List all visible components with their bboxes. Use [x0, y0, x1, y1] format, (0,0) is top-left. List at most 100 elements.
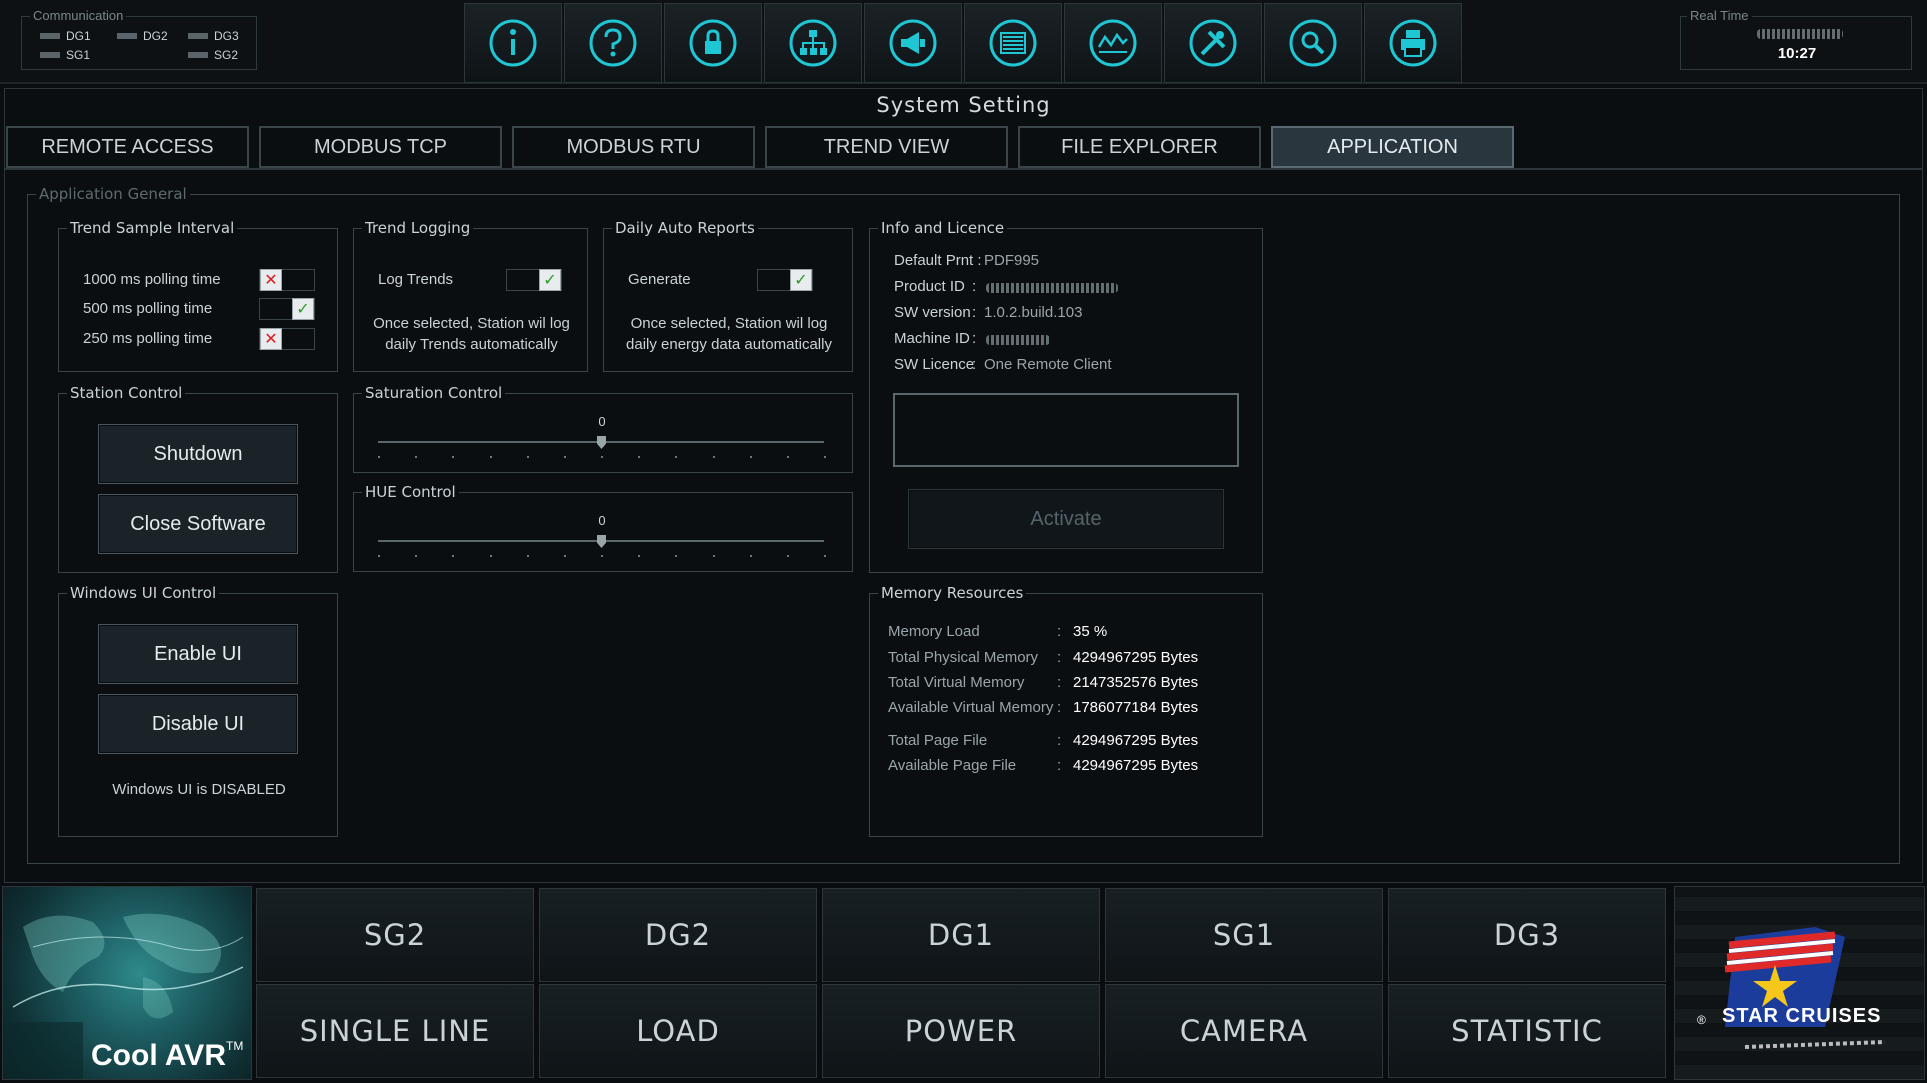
- saturation-slider-thumb[interactable]: [597, 436, 606, 449]
- shutdown-button[interactable]: Shutdown: [98, 424, 298, 484]
- comm-indicator: [188, 33, 208, 39]
- comm-status-dg3: DG3: [188, 29, 239, 43]
- memory-resources-group: Memory Resources Memory Load:35 % Total P…: [869, 584, 1263, 837]
- nav-dg2-button[interactable]: DG2: [539, 888, 817, 982]
- cross-icon: ✕: [260, 269, 282, 291]
- memory-row-value: 4294967295 Bytes: [1073, 732, 1199, 749]
- sw-version-value: 1.0.2.build.103: [984, 304, 1083, 321]
- lock-button[interactable]: [664, 3, 762, 83]
- nav-sg1-button[interactable]: SG1: [1105, 888, 1383, 982]
- nav-sg2-button[interactable]: SG2: [256, 888, 534, 982]
- tab-file-explorer[interactable]: FILE EXPLORER: [1018, 126, 1261, 168]
- real-time-clock: 10:27: [1777, 45, 1817, 62]
- slider-tick: [749, 456, 752, 458]
- registered-mark: ®: [1697, 1013, 1706, 1027]
- check-icon: ✓: [790, 269, 812, 291]
- info-licence-title: Info and Licence: [878, 219, 1008, 237]
- help-icon: [589, 19, 637, 67]
- daily-auto-reports-group: Daily Auto Reports Generate ✓ Once selec…: [603, 219, 853, 372]
- memory-row-value: 4294967295 Bytes: [1073, 757, 1199, 774]
- lock-icon: [689, 19, 737, 67]
- comm-indicator: [117, 33, 137, 39]
- station-control-group: Station Control Shutdown Close Software: [58, 384, 338, 573]
- page-title: System Setting: [876, 93, 1051, 117]
- comm-status-dg1: DG1: [40, 29, 91, 43]
- windows-ui-status: Windows UI is DISABLED: [112, 781, 286, 798]
- tab-trend-view[interactable]: TREND VIEW: [765, 126, 1008, 168]
- slider-tick: [563, 456, 566, 458]
- memory-row-value: 35 %: [1073, 623, 1108, 640]
- tab-modbus-tcp[interactable]: MODBUS TCP: [259, 126, 502, 168]
- slider-tick: [712, 555, 715, 557]
- slider-tick: [601, 555, 603, 557]
- slider-tick: [638, 456, 641, 458]
- saturation-control-title: Saturation Control: [362, 384, 506, 402]
- sw-version-sep: :: [972, 304, 977, 321]
- nav-power-button[interactable]: POWER: [822, 984, 1100, 1078]
- daily-reports-note-2: daily energy data automatically: [626, 336, 832, 353]
- machine-id-obscured: [986, 335, 1050, 345]
- check-icon: ✓: [292, 298, 314, 320]
- log-trends-label: Log Trends: [378, 271, 454, 288]
- cool-avr-text: Cool AVR: [91, 1039, 226, 1072]
- tab-modbus-rtu[interactable]: MODBUS RTU: [512, 126, 755, 168]
- slider-tick: [452, 456, 455, 458]
- help-button[interactable]: [564, 3, 662, 83]
- tools-button[interactable]: [1164, 3, 1262, 83]
- memory-table: Memory Load:35 % Total Physical Memory:42…: [870, 594, 1262, 836]
- slider-tick: [526, 456, 529, 458]
- slider-tick: [675, 456, 678, 458]
- interval-500-checkbox[interactable]: ✓: [259, 298, 315, 320]
- slider-tick: [601, 456, 603, 458]
- list-button[interactable]: [964, 3, 1062, 83]
- comm-indicator: [40, 52, 60, 58]
- activate-button[interactable]: Activate: [908, 489, 1224, 549]
- close-software-button[interactable]: Close Software: [98, 494, 298, 554]
- station-control-title: Station Control: [67, 384, 186, 402]
- nav-load-button[interactable]: LOAD: [539, 984, 817, 1078]
- network-button[interactable]: [764, 3, 862, 83]
- slider-tick: [824, 456, 826, 458]
- daily-reports-note-1: Once selected, Station wil log: [630, 315, 828, 332]
- licence-key-input[interactable]: [893, 393, 1239, 467]
- enable-ui-button[interactable]: Enable UI: [98, 624, 298, 684]
- slider-tick: [712, 456, 715, 458]
- generate-checkbox[interactable]: ✓: [757, 269, 813, 291]
- nav-statistic-button[interactable]: STATISTIC: [1388, 984, 1666, 1078]
- generate-label: Generate: [628, 271, 691, 288]
- sw-licence-value: One Remote Client: [984, 356, 1112, 373]
- nav-dg3-button[interactable]: DG3: [1388, 888, 1666, 982]
- nav-dg1-button[interactable]: DG1: [822, 888, 1100, 982]
- hue-slider-thumb[interactable]: [597, 535, 606, 548]
- trend-button[interactable]: [1064, 3, 1162, 83]
- memory-row-separator: :: [1057, 674, 1062, 691]
- cross-icon: ✕: [260, 328, 282, 350]
- nav-camera-button[interactable]: CAMERA: [1105, 984, 1383, 1078]
- communication-panel: Communication DG1 DG2 DG3 SG1 SG2: [21, 8, 257, 70]
- machine-id-sep: :: [972, 330, 977, 347]
- info-button[interactable]: [464, 3, 562, 83]
- windows-ui-control-group: Windows UI Control Enable UI Disable UI …: [58, 584, 338, 837]
- interval-1000-checkbox[interactable]: ✕: [259, 269, 315, 291]
- alarm-button[interactable]: [864, 3, 962, 83]
- trend-icon: [1089, 19, 1137, 67]
- memory-row-value: 4294967295 Bytes: [1073, 649, 1199, 666]
- tab-application[interactable]: APPLICATION: [1271, 126, 1514, 168]
- nav-single-line-button[interactable]: SINGLE LINE: [256, 984, 534, 1078]
- product-id-label: Product ID: [894, 278, 965, 295]
- default-printer-value: PDF995: [984, 252, 1040, 269]
- print-button[interactable]: [1364, 3, 1462, 83]
- log-trends-checkbox[interactable]: ✓: [506, 269, 562, 291]
- disable-ui-button[interactable]: Disable UI: [98, 694, 298, 754]
- slider-tick: [415, 555, 418, 557]
- search-button[interactable]: [1264, 3, 1362, 83]
- comm-indicator: [188, 52, 208, 58]
- slider-tick: [675, 555, 678, 557]
- interval-250-checkbox[interactable]: ✕: [259, 328, 315, 350]
- memory-row-value: 2147352576 Bytes: [1073, 674, 1199, 691]
- memory-row-label: Available Page File: [888, 757, 1017, 774]
- slider-tick: [786, 555, 789, 557]
- tab-remote-access[interactable]: REMOTE ACCESS: [6, 126, 249, 168]
- date-obscured: [1757, 29, 1843, 39]
- real-time-panel: Real Time 10:27: [1680, 8, 1912, 70]
